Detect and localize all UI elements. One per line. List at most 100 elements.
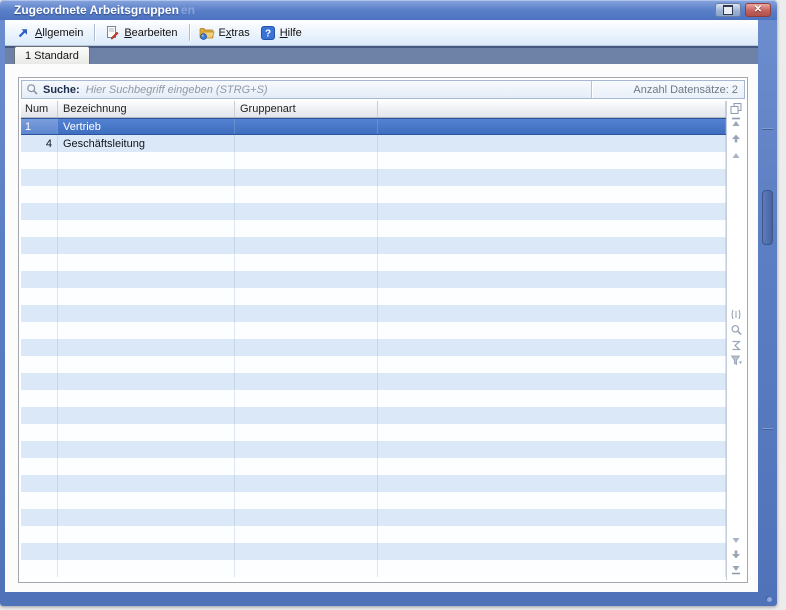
table-cell[interactable] (58, 492, 235, 509)
toolbar-button-bearbeiten[interactable]: Bearbeiten (100, 23, 183, 43)
table-row[interactable] (21, 475, 726, 492)
table-cell[interactable] (21, 254, 58, 271)
table-cell[interactable] (58, 339, 235, 356)
table-cell[interactable] (235, 169, 378, 186)
table-row[interactable] (21, 322, 726, 339)
table-cell[interactable] (235, 271, 378, 288)
table-cell[interactable] (58, 526, 235, 543)
filter-icon[interactable] (730, 354, 743, 367)
table-cell[interactable] (378, 135, 726, 152)
table-cell[interactable] (235, 305, 378, 322)
table-row[interactable] (21, 305, 726, 322)
table-row[interactable] (21, 543, 726, 560)
table-cell[interactable] (378, 407, 726, 424)
table-cell[interactable] (378, 373, 726, 390)
table-row[interactable] (21, 237, 726, 254)
table-row[interactable] (21, 169, 726, 186)
table-cell[interactable] (235, 339, 378, 356)
table-cell[interactable] (235, 322, 378, 339)
table-cell[interactable] (21, 475, 58, 492)
table-cell[interactable] (58, 390, 235, 407)
table-row[interactable]: 4Geschäftsleitung (21, 135, 726, 152)
table-cell[interactable] (235, 373, 378, 390)
table-cell[interactable] (378, 458, 726, 475)
table-cell[interactable] (235, 424, 378, 441)
table-cell[interactable] (378, 119, 726, 134)
table-cell[interactable] (21, 560, 58, 577)
table-row[interactable] (21, 339, 726, 356)
border-scroll-thumb[interactable] (762, 190, 773, 245)
table-cell[interactable] (58, 254, 235, 271)
table-cell[interactable]: Vertrieb (58, 119, 235, 134)
table-cell[interactable] (21, 492, 58, 509)
table-cell[interactable] (21, 288, 58, 305)
table-cell[interactable] (235, 492, 378, 509)
table-cell[interactable] (21, 441, 58, 458)
scroll-top-icon[interactable] (730, 116, 743, 129)
toolbar-button-extras[interactable]: Extras (195, 23, 256, 43)
table-cell[interactable] (235, 186, 378, 203)
table-cell[interactable] (235, 458, 378, 475)
table-cell[interactable] (378, 169, 726, 186)
table-cell[interactable] (58, 373, 235, 390)
table-row[interactable]: 1Vertrieb (21, 118, 726, 135)
table-cell[interactable] (378, 475, 726, 492)
table-cell[interactable] (21, 509, 58, 526)
table-cell[interactable] (235, 526, 378, 543)
table-cell[interactable] (21, 339, 58, 356)
table-cell[interactable] (58, 407, 235, 424)
row-down-icon[interactable] (730, 534, 743, 547)
tab-standard[interactable]: 1 Standard (14, 46, 90, 64)
table-cell[interactable] (21, 390, 58, 407)
table-cell[interactable] (21, 322, 58, 339)
row-up-icon[interactable] (730, 149, 743, 162)
table-cell[interactable]: 4 (21, 135, 58, 152)
table-cell[interactable] (21, 543, 58, 560)
table-row[interactable] (21, 441, 726, 458)
table-row[interactable] (21, 560, 726, 577)
scroll-bottom-icon[interactable] (730, 563, 743, 576)
fit-columns-icon[interactable] (730, 308, 743, 321)
table-cell[interactable] (235, 407, 378, 424)
table-cell[interactable] (378, 339, 726, 356)
table-cell[interactable] (378, 237, 726, 254)
table-cell[interactable] (235, 441, 378, 458)
table-row[interactable] (21, 509, 726, 526)
table-cell[interactable] (58, 152, 235, 169)
table-cell[interactable] (378, 254, 726, 271)
table-cell[interactable] (58, 203, 235, 220)
table-row[interactable] (21, 458, 726, 475)
table-cell[interactable] (378, 186, 726, 203)
table-cell[interactable] (58, 560, 235, 577)
table-cell[interactable] (58, 424, 235, 441)
table-cell[interactable] (235, 135, 378, 152)
table-cell[interactable] (58, 305, 235, 322)
table-row[interactable] (21, 271, 726, 288)
toolbar-button-allgemein[interactable]: Allgemein (11, 23, 89, 43)
table-cell[interactable] (378, 322, 726, 339)
sum-icon[interactable] (730, 339, 743, 352)
toolbar-button-hilfe[interactable]: ? Hilfe (256, 23, 308, 43)
table-cell[interactable] (58, 288, 235, 305)
table-row[interactable] (21, 424, 726, 441)
table-cell[interactable] (21, 186, 58, 203)
search-input-placeholder[interactable]: Hier Suchbegriff eingeben (STRG+S) (86, 84, 268, 96)
table-cell[interactable] (378, 271, 726, 288)
table-cell[interactable] (235, 543, 378, 560)
page-down-icon[interactable] (730, 548, 743, 561)
table-cell[interactable] (378, 543, 726, 560)
table-cell[interactable] (21, 220, 58, 237)
maximize-button[interactable] (715, 3, 741, 17)
table-cell[interactable] (235, 119, 378, 134)
table-cell[interactable] (58, 475, 235, 492)
table-row[interactable] (21, 492, 726, 509)
table-cell[interactable] (58, 220, 235, 237)
column-header-bezeichnung[interactable]: Bezeichnung (58, 101, 235, 117)
table-cell[interactable] (235, 509, 378, 526)
column-header-gruppenart[interactable]: Gruppenart (235, 101, 378, 117)
table-cell[interactable] (58, 543, 235, 560)
table-cell[interactable] (21, 237, 58, 254)
table-cell[interactable] (58, 169, 235, 186)
table-row[interactable] (21, 407, 726, 424)
table-cell[interactable] (378, 492, 726, 509)
